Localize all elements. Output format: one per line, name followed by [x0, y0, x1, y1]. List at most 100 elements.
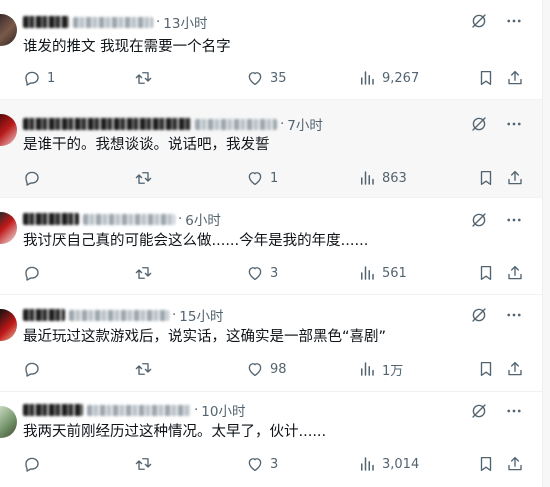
reply-button[interactable]: [23, 454, 47, 474]
reply-button[interactable]: 1: [23, 68, 55, 88]
action-bar: 3 3,014: [0, 454, 542, 474]
grok-button[interactable]: [469, 211, 489, 229]
retweet-icon: [135, 267, 152, 279]
like-button[interactable]: 98: [246, 359, 287, 379]
share-icon: [508, 456, 522, 471]
reply-count: 1: [47, 70, 56, 86]
more-button[interactable]: [504, 12, 524, 30]
tweet-header: · 13小时: [23, 12, 207, 32]
heart-icon: [248, 458, 262, 472]
share-icon: [508, 70, 522, 85]
reply-button[interactable]: [23, 168, 47, 188]
tweet-header: · 10小时: [23, 400, 245, 420]
share-button[interactable]: [506, 168, 524, 188]
share-button[interactable]: [506, 68, 524, 88]
heart-icon: [248, 172, 262, 186]
bookmark-button[interactable]: [477, 263, 495, 283]
tweet[interactable]: · 15小时 最近玩过这款游戏后，说实话，这确实是一部黑色“喜剧” 98 1万: [0, 295, 542, 392]
author-name-redacted[interactable]: [23, 309, 65, 321]
author-handle-redacted[interactable]: [73, 16, 153, 28]
bookmark-icon: [480, 170, 492, 186]
retweet-icon: [135, 458, 152, 470]
views-icon: [361, 266, 374, 280]
grok-icon: [472, 308, 486, 322]
retweet-button[interactable]: [134, 263, 159, 283]
timestamp[interactable]: 15小时: [179, 305, 223, 325]
action-bar: 1 863: [0, 168, 542, 188]
timeline-feed: · 13小时 谁发的推文 我现在需要一个名字 1 35 9,267 · 7小时 …: [0, 0, 542, 487]
grok-icon: [472, 117, 486, 131]
like-button[interactable]: 3: [246, 454, 278, 474]
share-button[interactable]: [506, 359, 524, 379]
more-button[interactable]: [504, 402, 524, 420]
grok-icon: [472, 14, 486, 28]
more-icon: [507, 19, 521, 23]
views-button[interactable]: 9,267: [358, 68, 419, 88]
author-name-redacted[interactable]: [23, 213, 79, 225]
retweet-button[interactable]: [134, 454, 159, 474]
bookmark-button[interactable]: [477, 454, 495, 474]
author-name-redacted[interactable]: [23, 16, 69, 28]
views-count: 1万: [382, 363, 404, 379]
heart-icon: [248, 363, 262, 377]
tweet-text: 我讨厌自己真的可能会这么做......今年是我的年度......: [23, 233, 369, 249]
author-handle-redacted[interactable]: [195, 118, 277, 130]
reply-button[interactable]: [23, 263, 47, 283]
grok-button[interactable]: [469, 306, 489, 324]
tweet[interactable]: · 7小时 是谁干的。我想谈谈。说话吧，我发誓 1 863: [0, 100, 542, 198]
avatar[interactable]: [0, 212, 17, 244]
views-icon: [361, 362, 374, 376]
separator-dot: ·: [280, 116, 285, 132]
views-button[interactable]: 561: [358, 263, 407, 283]
share-icon: [508, 170, 522, 185]
scrollbar[interactable]: [542, 0, 550, 487]
more-icon: [507, 313, 521, 317]
like-button[interactable]: 35: [246, 68, 287, 88]
tweet-header: · 6小时: [23, 209, 221, 229]
like-button[interactable]: 1: [246, 168, 278, 188]
reply-button[interactable]: [23, 359, 47, 379]
bookmark-button[interactable]: [477, 68, 495, 88]
like-button[interactable]: 3: [246, 263, 278, 283]
retweet-button[interactable]: [134, 359, 159, 379]
tweet-header: · 15小时: [23, 305, 223, 325]
bookmark-button[interactable]: [477, 359, 495, 379]
avatar[interactable]: [0, 309, 17, 341]
author-handle-redacted[interactable]: [87, 404, 191, 416]
retweet-icon: [135, 363, 152, 375]
more-button[interactable]: [504, 306, 524, 324]
author-handle-redacted[interactable]: [83, 213, 175, 225]
retweet-button[interactable]: [134, 168, 159, 188]
views-count: 3,014: [382, 456, 420, 472]
bookmark-button[interactable]: [477, 168, 495, 188]
heart-icon: [248, 72, 262, 86]
timestamp[interactable]: 10小时: [201, 400, 245, 420]
grok-button[interactable]: [469, 12, 489, 30]
tweet[interactable]: · 10小时 我两天前刚经历过这种情况。太早了，伙计...... 3 3,014: [0, 392, 542, 487]
avatar[interactable]: [0, 114, 17, 146]
timestamp[interactable]: 7小时: [287, 114, 323, 134]
retweet-button[interactable]: [134, 68, 159, 88]
views-button[interactable]: 1万: [358, 359, 403, 379]
author-handle-redacted[interactable]: [69, 309, 169, 321]
avatar[interactable]: [0, 14, 17, 46]
like-count: 1: [270, 170, 279, 186]
views-icon: [361, 457, 374, 471]
share-button[interactable]: [506, 263, 524, 283]
more-button[interactable]: [504, 115, 524, 133]
more-button[interactable]: [504, 211, 524, 229]
share-button[interactable]: [506, 454, 524, 474]
reply-icon: [25, 362, 39, 377]
author-name-redacted[interactable]: [23, 404, 83, 416]
tweet[interactable]: · 6小时 我讨厌自己真的可能会这么做......今年是我的年度...... 3: [0, 198, 542, 295]
timestamp[interactable]: 6小时: [185, 209, 221, 229]
timestamp[interactable]: 13小时: [163, 12, 207, 32]
tweet[interactable]: · 13小时 谁发的推文 我现在需要一个名字 1 35 9,267: [0, 0, 542, 100]
retweet-icon: [135, 72, 152, 84]
grok-button[interactable]: [469, 402, 489, 420]
views-button[interactable]: 3,014: [358, 454, 419, 474]
grok-button[interactable]: [469, 115, 489, 133]
avatar[interactable]: [0, 406, 17, 438]
views-button[interactable]: 863: [358, 168, 407, 188]
author-name-redacted[interactable]: [23, 118, 191, 130]
